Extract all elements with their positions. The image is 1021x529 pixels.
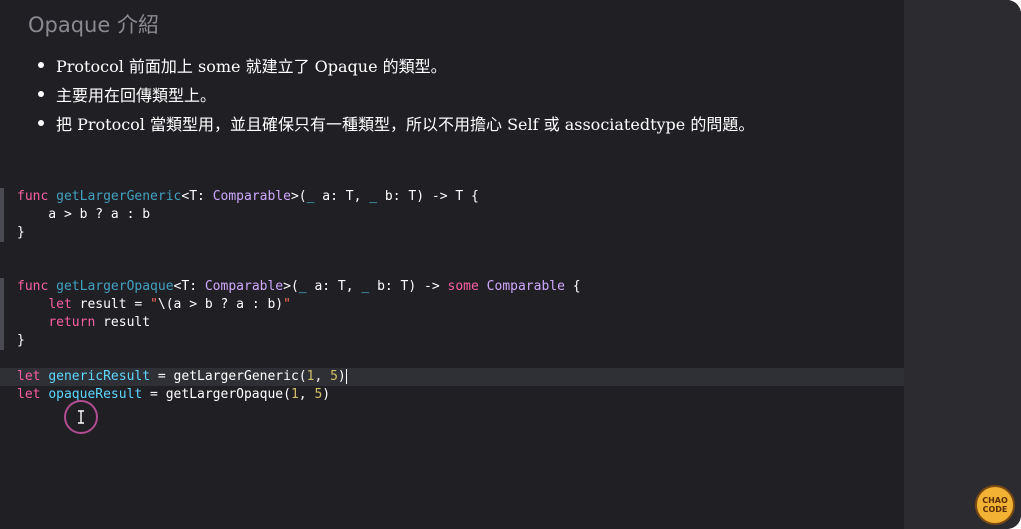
code-token: , bbox=[314, 369, 331, 384]
code-fold-ribbon[interactable] bbox=[0, 314, 4, 332]
code-editor[interactable]: func getLargerGeneric<T: Comparable>(_ a… bbox=[0, 170, 904, 404]
code-token: = bbox=[142, 387, 166, 402]
bullet-dot-icon bbox=[38, 119, 44, 126]
code-token: getLargerGeneric bbox=[56, 189, 182, 204]
code-fold-ribbon[interactable] bbox=[0, 278, 4, 296]
code-fold-ribbon[interactable] bbox=[0, 332, 4, 350]
code-token: <T: bbox=[173, 279, 205, 294]
bullet-dot-icon bbox=[38, 61, 44, 68]
code-token: ) bbox=[322, 387, 331, 402]
code-line[interactable] bbox=[0, 242, 904, 260]
code-line[interactable]: a > b ? a : b bbox=[0, 206, 904, 224]
code-token: result = bbox=[71, 297, 151, 312]
bullet-dot-icon bbox=[38, 90, 44, 97]
code-line[interactable]: return result bbox=[0, 314, 904, 332]
code-token: 5 bbox=[330, 369, 338, 384]
code-token: " bbox=[283, 297, 291, 312]
mouse-pointer-highlight bbox=[64, 400, 98, 434]
code-token: Comparable bbox=[212, 189, 291, 204]
logo-line-1: CHAO bbox=[982, 496, 1008, 505]
code-token: } bbox=[17, 225, 25, 240]
code-token: Comparable bbox=[486, 279, 565, 294]
code-token: b: T) -> T { bbox=[377, 189, 479, 204]
code-token: >( bbox=[283, 279, 299, 294]
code-token: = bbox=[150, 369, 174, 384]
bullet-item: 主要用在回傳類型上。 bbox=[38, 79, 754, 108]
code-line[interactable]: func getLargerGeneric<T: Comparable>( _ a… bbox=[0, 188, 904, 206]
code-token: ) bbox=[337, 369, 346, 384]
code-line[interactable]: func getLargerOpaque<T: Comparable>(_ a:… bbox=[0, 278, 904, 296]
bullet-text: Protocol 前面加上 some 就建立了 Opaque 的類型。 bbox=[56, 56, 447, 76]
code-token: func bbox=[17, 279, 49, 294]
code-token: a > b ? a : b bbox=[17, 207, 151, 222]
channel-logo: CHAO CODE bbox=[975, 485, 1015, 525]
code-token: opaqueResult bbox=[48, 387, 143, 402]
code-token: getLargerOpaque bbox=[56, 279, 174, 294]
i-beam-cursor-icon bbox=[78, 410, 84, 424]
bullet-list: Protocol 前面加上 some 就建立了 Opaque 的類型。 主要用在… bbox=[38, 50, 754, 137]
code-fold-ribbon[interactable] bbox=[0, 188, 4, 206]
code-token: _ bbox=[298, 279, 307, 294]
code-fold-ribbon[interactable] bbox=[0, 224, 4, 242]
logo-line-2: CODE bbox=[982, 505, 1008, 514]
side-panel bbox=[904, 0, 1021, 529]
code-line[interactable] bbox=[0, 260, 904, 278]
code-line[interactable]: } bbox=[0, 224, 904, 242]
text-caret bbox=[345, 369, 347, 384]
slide-area: Opaque 介紹 Protocol 前面加上 some 就建立了 Opaque… bbox=[0, 0, 904, 529]
code-token: getLargerOpaque bbox=[165, 387, 284, 402]
code-line[interactable]: } bbox=[0, 332, 904, 350]
code-token: _ bbox=[369, 189, 378, 204]
code-token: a: T, bbox=[314, 189, 370, 204]
code-token: result bbox=[95, 315, 151, 330]
code-token: Comparable bbox=[204, 279, 284, 294]
presentation-window: Opaque 介紹 Protocol 前面加上 some 就建立了 Opaque… bbox=[0, 0, 1021, 529]
code-line[interactable]: let opaqueResult = getLargerOpaque(1, 5) bbox=[0, 386, 904, 404]
bullet-text: 主要用在回傳類型上。 bbox=[56, 85, 217, 105]
code-fold-ribbon[interactable] bbox=[0, 206, 4, 224]
code-token: { bbox=[564, 279, 581, 294]
code-line[interactable]: let genericResult = getLargerGeneric(1, … bbox=[0, 368, 904, 386]
code-token: let bbox=[17, 369, 41, 384]
code-token: some bbox=[447, 279, 479, 294]
code-token: ( bbox=[298, 369, 307, 384]
code-token: \(a > b ? a : b) bbox=[157, 297, 284, 312]
code-token: let bbox=[48, 297, 72, 312]
code-token: " bbox=[150, 297, 158, 312]
code-fold-ribbon[interactable] bbox=[0, 296, 4, 314]
code-line[interactable]: let result = "\(a > b ? a : b)" bbox=[0, 296, 904, 314]
bullet-item: Protocol 前面加上 some 就建立了 Opaque 的類型。 bbox=[38, 50, 754, 79]
code-token: , bbox=[298, 387, 315, 402]
code-token: <T: bbox=[181, 189, 213, 204]
code-token: func bbox=[17, 189, 49, 204]
code-token: genericResult bbox=[48, 369, 151, 384]
code-token: ( bbox=[283, 387, 291, 402]
code-token: b: T) -> bbox=[369, 279, 448, 294]
bullet-item: 把 Protocol 當類型用，並且確保只有一種類型，所以不用擔心 Self 或… bbox=[38, 108, 754, 137]
slide-title: Opaque 介紹 bbox=[28, 13, 159, 37]
code-token: >( bbox=[290, 189, 307, 204]
code-token: getLargerGeneric bbox=[173, 369, 299, 384]
code-token: 1 bbox=[290, 387, 299, 402]
code-token: } bbox=[17, 333, 25, 348]
code-token: let bbox=[17, 387, 41, 402]
code-line[interactable] bbox=[0, 350, 904, 368]
code-token: a: T, bbox=[306, 279, 362, 294]
code-token: return bbox=[48, 315, 96, 330]
bullet-text: 把 Protocol 當類型用，並且確保只有一種類型，所以不用擔心 Self 或… bbox=[56, 114, 755, 134]
code-line[interactable] bbox=[0, 170, 904, 188]
